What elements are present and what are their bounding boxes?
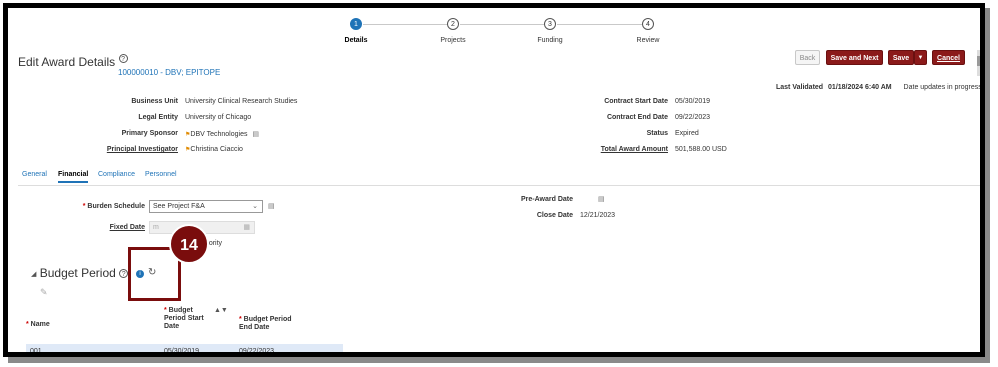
help-icon[interactable]: ? [118, 54, 128, 63]
train-connector [363, 24, 448, 25]
close-date-label: Close Date [536, 212, 573, 219]
last-validated: Last Validated 01/18/2024 6:40 AM Date u… [776, 84, 982, 91]
budget-period-table-header: * Name * Budget Period Start Date ▲▼ * B… [26, 306, 343, 346]
train-label-funding[interactable]: Funding [520, 37, 580, 44]
table-row[interactable]: 001 05/30/2019 09/22/2023 [26, 344, 343, 355]
save-menu-chevron-icon[interactable]: ▼ [914, 50, 927, 65]
train-label-details[interactable]: Details [326, 37, 386, 44]
column-header-start-date: * Budget Period Start Date [164, 307, 204, 330]
principal-investigator-label: Principal Investigator [106, 146, 178, 153]
burden-schedule-label: * Burden Schedule [82, 203, 145, 210]
train-label-review[interactable]: Review [618, 37, 678, 44]
scrollbar-thumb[interactable] [977, 56, 980, 66]
tab-compliance[interactable]: Compliance [98, 171, 135, 178]
train-stop-details[interactable]: 1 [350, 18, 362, 30]
train-connector [557, 24, 642, 25]
calendar-icon[interactable]: ▦ [243, 222, 250, 233]
primary-sponsor: ⚑DBV Technologies ▤ [185, 130, 259, 138]
principal-investigator-value[interactable]: Christina Ciaccio [190, 146, 243, 153]
business-unit-label: Business Unit [131, 98, 178, 105]
chevron-down-icon[interactable]: ⌄ [252, 201, 258, 212]
business-unit-value: University Clinical Research Studies [185, 98, 298, 105]
save-button[interactable]: Save [888, 50, 914, 65]
burden-schedule-value: See Project F&A [153, 203, 205, 210]
budget-period-title: Budget Period [39, 266, 116, 280]
legal-entity-label: Legal Entity [138, 114, 178, 121]
row-name: 001 [30, 348, 42, 355]
train-stop-funding[interactable]: 3 [544, 18, 556, 30]
contract-end-label: Contract End Date [606, 114, 668, 121]
award-id-link[interactable]: 100000010 - DBV; EPITOPE [118, 68, 220, 77]
legal-entity-value: University of Chicago [185, 114, 252, 121]
row-end-date: 09/22/2023 [239, 348, 275, 355]
train-stop-projects[interactable]: 2 [447, 18, 459, 30]
last-validated-label: Last Validated [776, 84, 824, 91]
pre-award-date-label: Pre-Award Date [520, 196, 573, 203]
close-date-value: 12/21/2023 [580, 212, 616, 219]
frame-shadow-right [985, 8, 990, 363]
column-header-end-date: * Budget Period End Date [239, 316, 292, 331]
step-badge: 14 [169, 224, 209, 264]
search-list-icon[interactable]: ▤ [268, 202, 275, 210]
fixed-date-label: Fixed Date [109, 224, 145, 231]
total-award-amount-label: Total Award Amount [600, 146, 668, 153]
contact-card-icon[interactable]: ▤ [252, 131, 259, 138]
cancel-button[interactable]: Cancel [932, 50, 965, 65]
page-title: Edit Award Details ? [18, 54, 128, 69]
last-validated-value: 01/18/2024 6:40 AM [828, 84, 892, 91]
budget-period-header: ◢ Budget Period ? [31, 266, 129, 280]
back-button[interactable]: Back [795, 50, 820, 65]
column-header-name: * Name [26, 321, 50, 328]
status-label: Status [646, 130, 668, 137]
collapse-triangle-icon[interactable]: ◢ [31, 271, 36, 278]
train-connector [460, 24, 545, 25]
edit-pencil-icon[interactable]: ✎ [40, 287, 48, 298]
page-title-text: Edit Award Details [18, 55, 116, 69]
tab-personnel[interactable]: Personnel [145, 171, 177, 178]
tab-divider [18, 185, 980, 186]
tab-financial[interactable]: Financial [58, 171, 89, 183]
contract-end-value: 09/22/2023 [675, 114, 711, 121]
help-icon[interactable]: ? [119, 269, 129, 279]
date-status: Date updates in progress [903, 84, 982, 91]
status-value: Expired [675, 130, 699, 137]
primary-sponsor-label: Primary Sponsor [121, 130, 178, 137]
row-start-date: 05/30/2019 [164, 348, 200, 355]
tab-general[interactable]: General [22, 171, 47, 178]
frame-shadow [8, 357, 990, 363]
train-label-projects[interactable]: Projects [423, 37, 483, 44]
contract-start-label: Contract Start Date [604, 98, 668, 105]
app-frame: 1 2 3 4 Details Projects Funding Review … [3, 3, 985, 357]
principal-investigator: ⚑Christina Ciaccio [185, 146, 243, 153]
contract-start-value: 05/30/2019 [675, 98, 711, 105]
total-award-amount-value: 501,588.00 USD [675, 146, 727, 153]
train-stop-review[interactable]: 4 [642, 18, 654, 30]
sort-arrows-icon[interactable]: ▲▼ [214, 307, 228, 314]
burden-schedule-select[interactable]: See Project F&A ⌄ [149, 200, 263, 213]
save-and-next-button[interactable]: Save and Next [826, 50, 883, 65]
comment-icon[interactable]: ▤ [598, 195, 605, 203]
primary-sponsor-value[interactable]: DBV Technologies [190, 131, 247, 138]
fixed-date-placeholder: m [153, 224, 159, 231]
